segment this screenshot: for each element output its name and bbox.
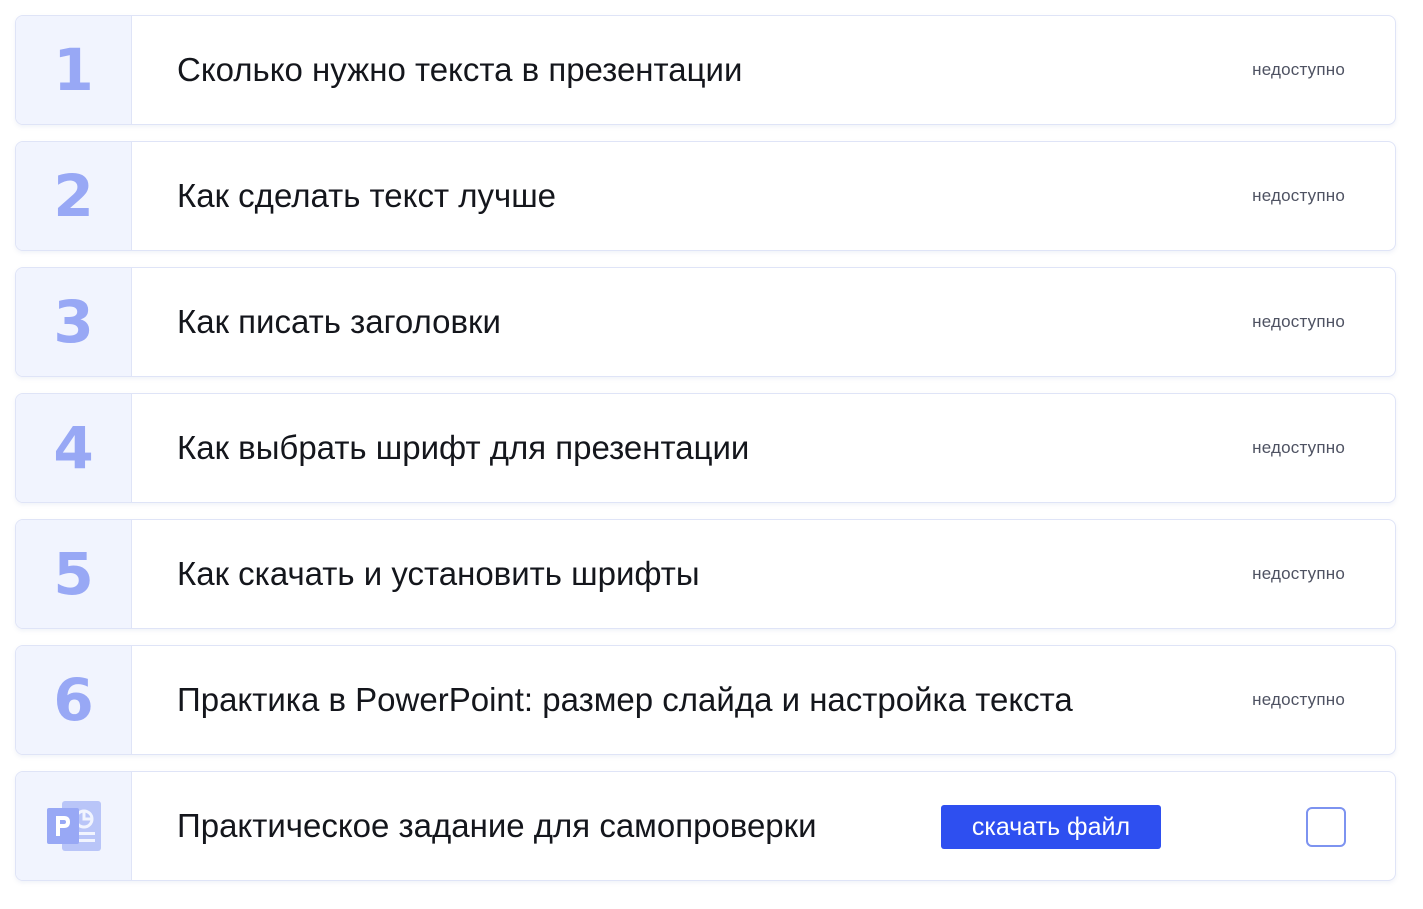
lesson-row-2[interactable]: 2 Как сделать текст лучше недоступно [15,141,1396,251]
lesson-title[interactable]: Как выбрать шрифт для презентации [177,394,749,502]
lesson-number-cell: 4 [16,394,132,502]
lesson-status: недоступно [1252,60,1345,79]
download-file-button[interactable]: скачать файл [941,805,1161,849]
task-title: Практическое задание для самопроверки [177,807,817,844]
powerpoint-file-icon [46,801,101,851]
task-row: Практическое задание для самопроверки ск… [15,771,1396,881]
lesson-row-4[interactable]: 4 Как выбрать шрифт для презентации недо… [15,393,1396,503]
lesson-status: недоступно [1252,186,1345,205]
task-icon-cell [16,772,132,880]
lesson-row-6[interactable]: 6 Практика в PowerPoint: размер слайда и… [15,645,1396,755]
lesson-status: недоступно [1252,690,1345,709]
lesson-number: 3 [53,288,94,356]
lesson-number: 4 [53,414,94,482]
lesson-status: недоступно [1252,564,1345,583]
lesson-row-3[interactable]: 3 Как писать заголовки недоступно [15,267,1396,377]
lesson-row-5[interactable]: 5 Как скачать и установить шрифты недост… [15,519,1396,629]
lesson-number: 1 [53,36,94,104]
completion-checkbox[interactable] [1306,807,1346,847]
lesson-number-cell: 1 [16,16,132,124]
lesson-row-1[interactable]: 1 Сколько нужно текста в презентации нед… [15,15,1396,125]
lesson-title[interactable]: Сколько нужно текста в презентации [177,16,742,124]
lesson-number-cell: 6 [16,646,132,754]
lesson-status: недоступно [1252,438,1345,457]
lesson-number-cell: 3 [16,268,132,376]
lesson-status: недоступно [1252,312,1345,331]
lesson-title[interactable]: Как писать заголовки [177,268,501,376]
lesson-number: 2 [53,162,94,230]
lesson-title[interactable]: Как скачать и установить шрифты [177,520,700,628]
lesson-number-cell: 2 [16,142,132,250]
lesson-number: 6 [53,666,94,734]
lesson-number-cell: 5 [16,520,132,628]
lesson-list: 1 Сколько нужно текста в презентации нед… [0,0,1423,909]
lesson-title[interactable]: Как сделать текст лучше [177,142,556,250]
lesson-title[interactable]: Практика в PowerPoint: размер слайда и н… [177,646,1073,754]
lesson-number: 5 [53,540,94,608]
